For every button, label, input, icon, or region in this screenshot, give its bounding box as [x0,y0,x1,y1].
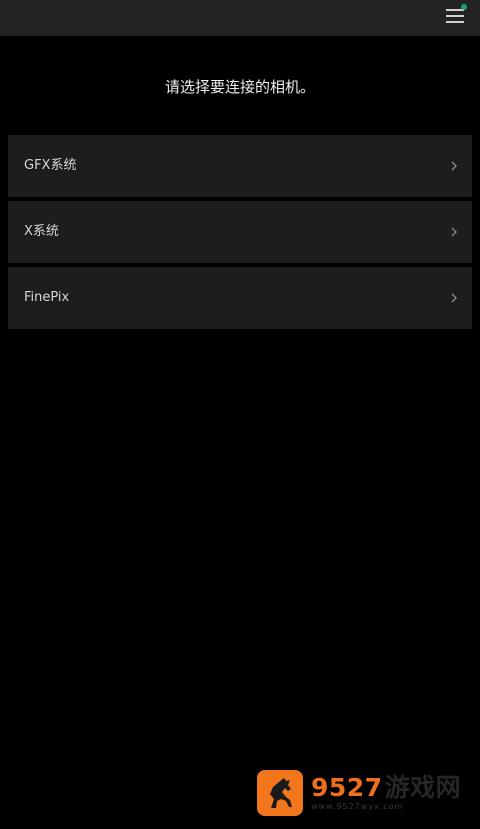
camera-series-label: FinePix [24,290,70,305]
notification-dot [461,4,467,10]
chevron-right-icon [450,161,458,171]
hamburger-menu-button[interactable] [446,4,467,23]
camera-series-item-gfx[interactable]: GFX系统 [8,135,472,197]
horse-logo-icon [257,770,303,816]
camera-series-label: X系统 [24,224,59,239]
watermark-url: www.9527wyx.com [311,802,404,811]
chevron-right-icon [450,293,458,303]
watermark-site-name: 游戏网 [384,773,462,802]
select-camera-prompt: 请选择要连接的相机。 [164,78,315,96]
camera-series-list: GFX系统 X系统 FinePix [8,135,472,333]
watermark: 9527游戏网 www.9527wyx.com [257,770,461,816]
hamburger-menu-icon [446,9,464,23]
camera-series-item-x[interactable]: X系统 [8,201,472,263]
camera-series-item-finepix[interactable]: FinePix [8,267,472,329]
top-bar [0,0,480,36]
chevron-right-icon [450,227,458,237]
camera-series-label: GFX系统 [24,158,77,173]
watermark-title: 9527游戏网 [311,768,461,804]
watermark-number: 9527 [311,773,383,802]
